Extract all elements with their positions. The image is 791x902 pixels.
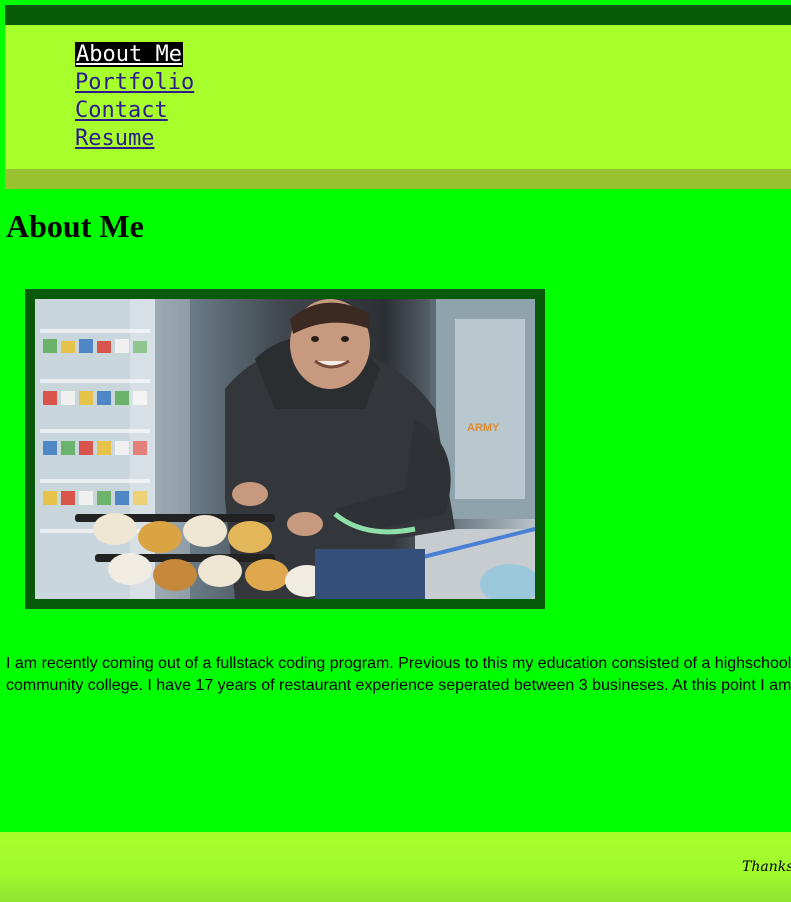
nav-item-resume: Resume: [75, 125, 194, 153]
nav-link-about-me[interactable]: About Me: [75, 42, 183, 67]
nav-link-contact[interactable]: Contact: [75, 98, 168, 123]
profile-photo-frame: ARMY: [25, 289, 545, 609]
header-top-bar: [5, 5, 791, 25]
nav-link-resume[interactable]: Resume: [75, 126, 154, 151]
intro-paragraph: I am recently coming out of a fullstack …: [6, 653, 791, 697]
intro-line-1: I am recently coming out of a fullstack …: [6, 655, 791, 672]
svg-text:ARMY: ARMY: [467, 422, 500, 434]
nav-link-portfolio[interactable]: Portfolio: [75, 70, 194, 95]
footer: Thanks: [0, 832, 791, 902]
page-title: About Me: [6, 208, 144, 244]
intro-line-2: community college. I have 17 years of re…: [6, 677, 791, 694]
header-bottom-bar: [5, 169, 791, 189]
nav-item-contact: Contact: [75, 97, 194, 125]
profile-photo-illustration: ARMY: [35, 299, 535, 599]
nav-item-portfolio: Portfolio: [75, 69, 194, 97]
nav-list: About Me Portfolio Contact Resume: [75, 41, 194, 153]
profile-photo: ARMY: [35, 299, 535, 599]
nav-item-about: About Me: [75, 41, 194, 69]
footer-text: Thanks: [742, 859, 791, 875]
main-nav: About Me Portfolio Contact Resume: [5, 25, 791, 169]
